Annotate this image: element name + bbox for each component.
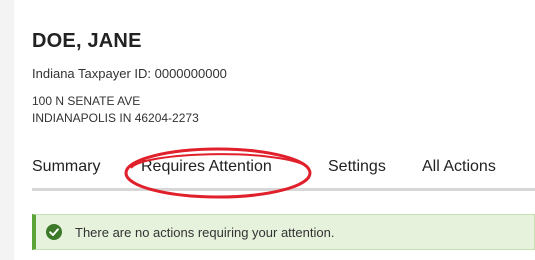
red-circle-annotation bbox=[124, 147, 312, 199]
tab-all-actions[interactable]: All Actions bbox=[422, 158, 496, 176]
no-actions-alert: There are no actions requiring your atte… bbox=[32, 214, 535, 250]
address-line-1: 100 N SENATE AVE bbox=[32, 94, 141, 108]
taxpayer-id: Indiana Taxpayer ID: 0000000000 bbox=[32, 66, 227, 81]
taxpayer-name: DOE, JANE bbox=[32, 30, 142, 52]
check-circle-icon bbox=[46, 224, 62, 240]
account-panel: DOE, JANE Indiana Taxpayer ID: 000000000… bbox=[0, 0, 535, 260]
tab-summary[interactable]: Summary bbox=[32, 158, 100, 176]
tab-settings[interactable]: Settings bbox=[328, 158, 386, 176]
address-line-2: INDIANAPOLIS IN 46204-2273 bbox=[32, 111, 199, 125]
alert-message: There are no actions requiring your atte… bbox=[75, 225, 335, 240]
left-gutter bbox=[0, 0, 14, 260]
